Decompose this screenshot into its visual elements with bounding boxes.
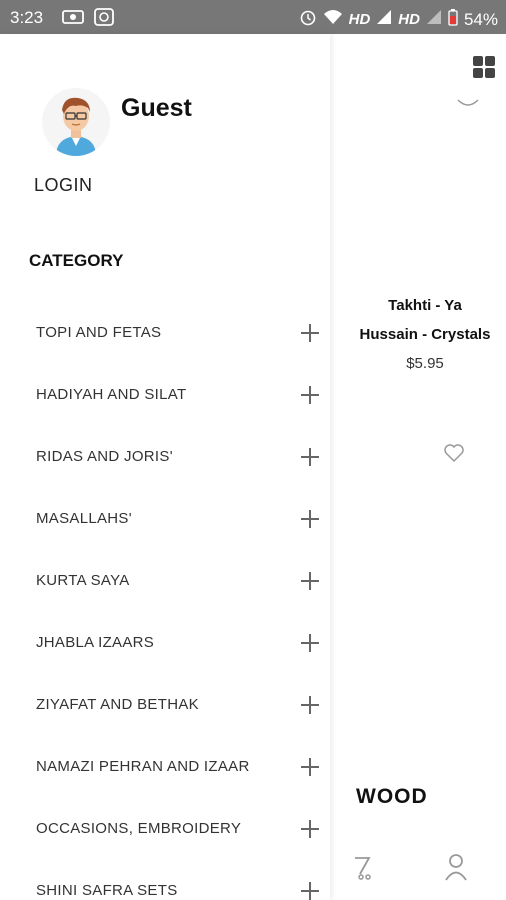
signal-icon-2: [426, 9, 442, 30]
login-link[interactable]: LOGIN: [34, 175, 93, 196]
category-label: JHABLA IZAARS: [36, 634, 155, 651]
section-heading-wood: WOOD: [356, 785, 428, 808]
expand-plus-icon[interactable]: [301, 324, 319, 342]
expand-plus-icon[interactable]: [301, 510, 319, 528]
category-label: HADIYAH AND SILAT: [36, 386, 187, 403]
category-label: SHINI SAFRA SETS: [36, 882, 178, 899]
expand-plus-icon[interactable]: [301, 572, 319, 590]
category-item[interactable]: NAMAZI PEHRAN AND IZAAR: [0, 734, 330, 796]
category-label: MASALLAHS': [36, 510, 132, 527]
cart-icon[interactable]: [352, 855, 374, 886]
account-icon[interactable]: [444, 853, 468, 886]
signal-icon: [376, 9, 392, 30]
category-label: RIDAS AND JORIS': [36, 448, 173, 465]
notification-icon-1: [62, 8, 84, 31]
category-label: KURTA SAYA: [36, 572, 130, 589]
category-label: NAMAZI PEHRAN AND IZAAR: [36, 758, 250, 775]
navigation-drawer: Guest LOGIN CATEGORY TOPI AND FETAS HADI…: [0, 34, 330, 900]
favorite-heart-icon[interactable]: [443, 443, 465, 468]
heart-icon[interactable]: [456, 92, 480, 117]
expand-plus-icon[interactable]: [301, 820, 319, 838]
product-title-line1[interactable]: Takhti - Ya: [344, 291, 506, 320]
category-label: OCCASIONS, EMBROIDERY: [36, 820, 242, 837]
expand-plus-icon[interactable]: [301, 448, 319, 466]
battery-icon: [448, 8, 458, 31]
network-type-2: HD: [398, 11, 420, 28]
battery-percent: 54%: [463, 9, 498, 29]
category-label: ZIYAFAT AND BETHAK: [36, 696, 199, 713]
category-item[interactable]: MASALLAHS': [0, 486, 330, 548]
status-bar: 3:23 HD HD 54%: [0, 0, 506, 34]
expand-plus-icon[interactable]: [301, 386, 319, 404]
user-name: Guest: [121, 94, 192, 122]
category-item[interactable]: RIDAS AND JORIS': [0, 424, 330, 486]
expand-plus-icon[interactable]: [301, 758, 319, 776]
category-item[interactable]: TOPI AND FETAS: [0, 300, 330, 362]
avatar[interactable]: [42, 88, 110, 156]
category-item[interactable]: HADIYAH AND SILAT: [0, 362, 330, 424]
product-price: $5.95: [406, 355, 444, 372]
category-item[interactable]: ZIYAFAT AND BETHAK: [0, 672, 330, 734]
network-type-1: HD: [348, 11, 371, 28]
status-time: 3:23: [10, 8, 44, 27]
product-listing-background: [330, 34, 506, 900]
category-label: TOPI AND FETAS: [36, 324, 162, 341]
wifi-icon: [323, 9, 343, 30]
category-item[interactable]: KURTA SAYA: [0, 548, 330, 610]
category-heading: CATEGORY: [29, 251, 124, 270]
category-item[interactable]: SHINI SAFRA SETS: [0, 858, 330, 900]
alarm-icon: [299, 8, 317, 31]
expand-plus-icon[interactable]: [301, 882, 319, 900]
status-right: HD HD 54%: [299, 8, 498, 31]
expand-plus-icon[interactable]: [301, 634, 319, 652]
expand-plus-icon[interactable]: [301, 696, 319, 714]
notification-icon-2: [94, 8, 114, 31]
category-item[interactable]: JHABLA IZAARS: [0, 610, 330, 672]
grid-view-icon[interactable]: [473, 56, 495, 78]
product-title-line2[interactable]: Hussain - Crystals: [344, 320, 506, 349]
category-item[interactable]: OCCASIONS, EMBROIDERY: [0, 796, 330, 858]
category-list: TOPI AND FETAS HADIYAH AND SILAT RIDAS A…: [0, 300, 330, 900]
